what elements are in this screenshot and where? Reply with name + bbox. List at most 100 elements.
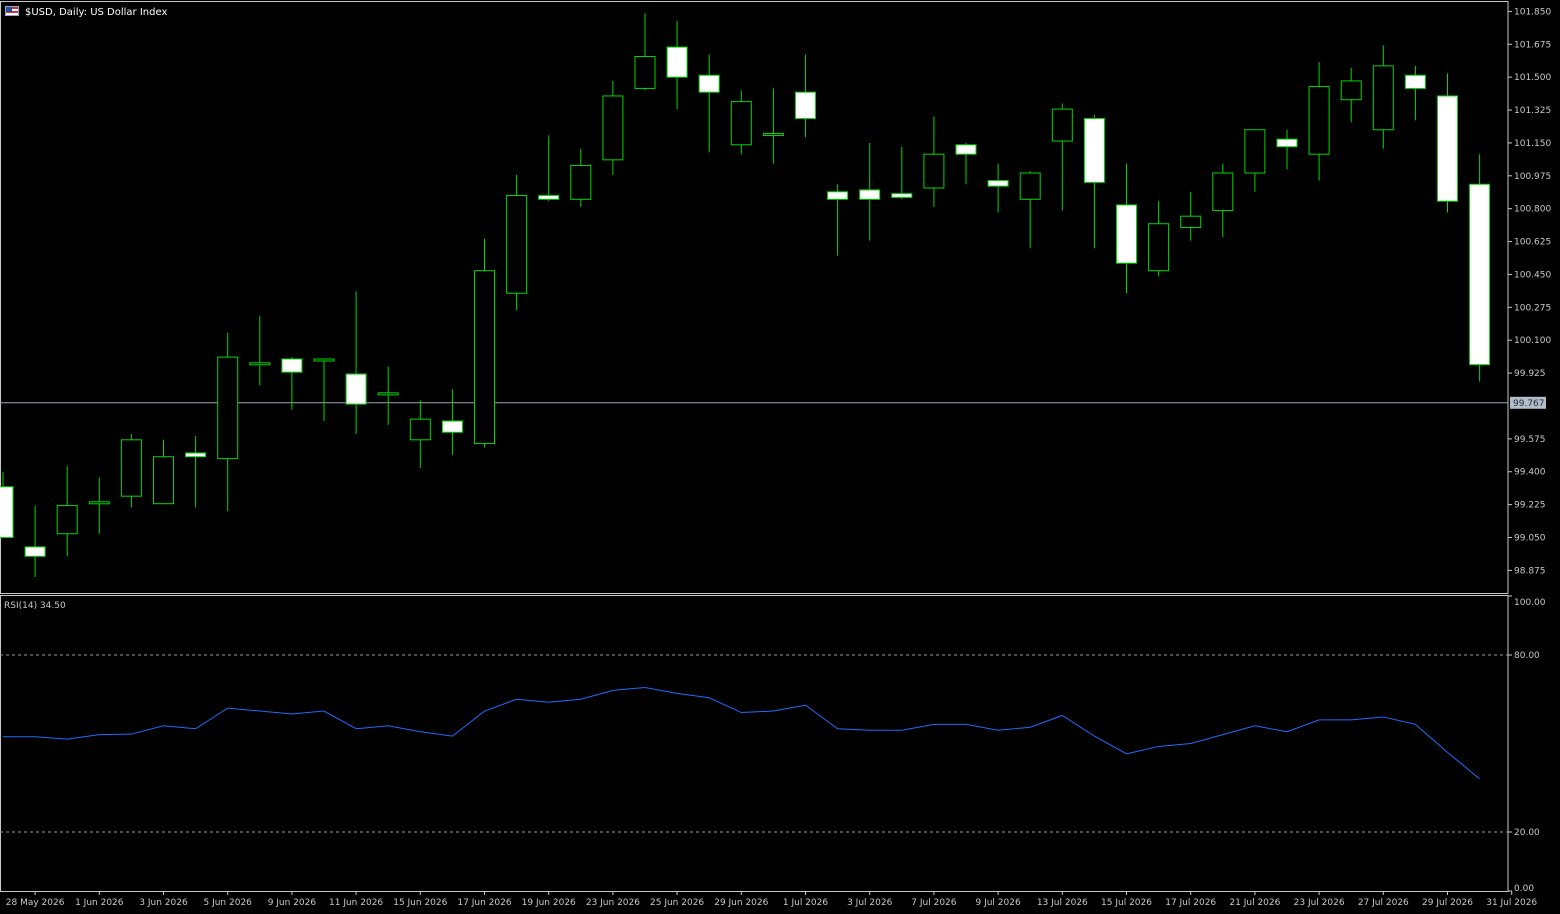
candle[interactable]	[666, 20, 688, 110]
candle[interactable]	[506, 174, 528, 311]
candle[interactable]	[1340, 67, 1362, 123]
time-tick-label: 19 Jun 2026	[522, 898, 576, 908]
candle[interactable]	[1180, 191, 1202, 241]
candle[interactable]	[955, 142, 977, 185]
chart-svg[interactable]: 101.850 101.675 101.500 101.325 101.150 100.9…	[0, 0, 1560, 914]
time-tick-label: 15 Jul 2026	[1101, 898, 1152, 908]
candle[interactable]	[345, 291, 367, 435]
price-tick-label: 101.325	[1514, 106, 1551, 116]
candle-body-bear	[1404, 74, 1426, 89]
candle-body-bull	[1019, 172, 1041, 200]
candle[interactable]	[1116, 163, 1137, 294]
rsi-tick-label: 0.00	[1514, 884, 1534, 894]
candle-body-bull	[1308, 86, 1330, 155]
candle[interactable]	[987, 163, 1009, 213]
candle[interactable]	[24, 505, 46, 577]
candle-body-bull	[217, 356, 239, 460]
candle[interactable]	[56, 466, 78, 557]
candle-body-bull	[409, 418, 431, 441]
candle[interactable]	[1404, 65, 1426, 121]
candle[interactable]	[249, 315, 271, 386]
candle-body-bull	[153, 456, 174, 505]
candle-body-bear	[0, 486, 14, 539]
candle-body-bull	[506, 195, 528, 294]
candle[interactable]	[1469, 154, 1491, 382]
candle-body-bull	[1051, 108, 1073, 142]
price-tick-label: 99.050	[1514, 534, 1546, 544]
candle[interactable]	[1212, 163, 1234, 237]
candle[interactable]	[827, 184, 849, 256]
candle[interactable]	[185, 436, 207, 508]
candle[interactable]	[474, 238, 495, 448]
price-tick-label: 101.500	[1514, 73, 1551, 83]
candle[interactable]	[1437, 73, 1458, 213]
candle-body-bear	[1116, 204, 1137, 264]
candle[interactable]	[1308, 62, 1330, 181]
candle[interactable]	[923, 116, 945, 207]
candle[interactable]	[153, 439, 174, 505]
candle[interactable]	[762, 88, 784, 164]
candle[interactable]	[409, 400, 431, 468]
price-tick-label: 100.100	[1514, 336, 1551, 346]
time-tick-label: 5 Jun 2026	[203, 898, 252, 908]
time-tick-label: 17 Jul 2026	[1165, 898, 1216, 908]
candle[interactable]	[698, 54, 720, 153]
candle[interactable]	[891, 146, 913, 200]
candle-body-bull	[1148, 223, 1170, 272]
candle[interactable]	[281, 357, 303, 410]
candle[interactable]	[602, 80, 624, 175]
candles-group[interactable]	[0, 13, 1491, 577]
price-axis: 101.850 101.675 101.500 101.325 101.150 100.9…	[1508, 7, 1551, 576]
candle[interactable]	[0, 471, 14, 539]
candle[interactable]	[1276, 129, 1298, 170]
candle-body-bear	[698, 74, 720, 93]
time-tick-label: 13 Jul 2026	[1037, 898, 1088, 908]
time-tick-label: 1 Jun 2026	[75, 898, 124, 908]
candle[interactable]	[217, 332, 239, 512]
time-tick-label: 3 Jun 2026	[139, 898, 188, 908]
candle[interactable]	[1019, 171, 1041, 249]
candle[interactable]	[1148, 201, 1170, 277]
price-tick-label: 100.450	[1514, 270, 1551, 280]
candle[interactable]	[1372, 45, 1394, 149]
price-tick-label: 98.875	[1514, 566, 1546, 576]
candle[interactable]	[88, 477, 110, 534]
time-tick-label: 3 Jul 2026	[847, 898, 892, 908]
candle-body-bull	[120, 439, 142, 497]
candle[interactable]	[1083, 114, 1105, 249]
candle-body-bull	[313, 358, 335, 362]
price-tick-label: 99.575	[1514, 435, 1546, 445]
candle[interactable]	[570, 148, 592, 207]
price-tick-label: 100.625	[1514, 238, 1551, 248]
candle[interactable]	[1051, 103, 1073, 211]
time-tick-label: 27 Jul 2026	[1358, 898, 1409, 908]
candle[interactable]	[1244, 129, 1266, 192]
price-tick-label: 99.225	[1514, 501, 1546, 511]
candle[interactable]	[377, 366, 399, 425]
candle-body-bull	[377, 392, 399, 396]
candle-body-bull	[1212, 172, 1234, 212]
candle-body-bear	[1083, 117, 1105, 183]
candle-body-bear	[955, 144, 977, 155]
time-tick-label: 29 Jun 2026	[714, 898, 768, 908]
candle[interactable]	[538, 135, 560, 202]
candle-body-bear	[281, 358, 303, 373]
rsi-tick-label: 20.00	[1514, 828, 1540, 838]
time-tick-label: 7 Jul 2026	[911, 898, 956, 908]
price-tick-label: 101.675	[1514, 40, 1551, 50]
candle-body-bull	[602, 95, 624, 161]
candle[interactable]	[313, 358, 335, 422]
price-tick-label: 99.400	[1514, 468, 1546, 478]
price-tick-label: 101.150	[1514, 139, 1551, 149]
rsi-tick-label: 80.00	[1514, 651, 1540, 661]
candle[interactable]	[730, 90, 752, 155]
candle[interactable]	[634, 13, 656, 91]
candle-body-bull	[570, 164, 592, 200]
candle[interactable]	[441, 389, 463, 455]
candle-body-bear	[827, 191, 849, 200]
candle[interactable]	[795, 54, 816, 138]
candle[interactable]	[120, 434, 142, 508]
candle-body-bull	[1180, 215, 1202, 228]
candle-body-bear	[24, 546, 46, 557]
candle[interactable]	[859, 142, 881, 241]
